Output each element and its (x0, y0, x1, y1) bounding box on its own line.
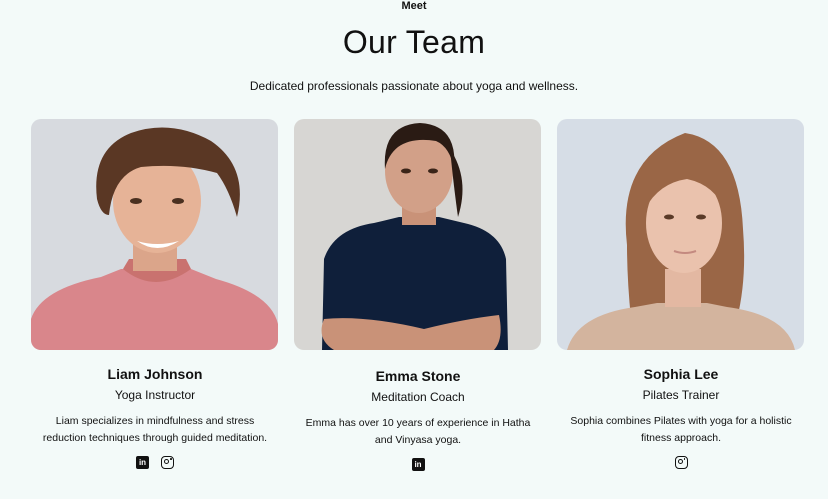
team-card-emma: Emma Stone Meditation Coach Emma has ove… (294, 119, 542, 471)
linkedin-icon[interactable]: in (136, 456, 149, 469)
linkedin-icon[interactable]: in (411, 458, 425, 471)
eyebrow-text: Meet (401, 0, 427, 12)
social-links: in (31, 456, 279, 469)
instagram-icon[interactable] (674, 456, 688, 469)
member-bio: Sophia combines Pilates with yoga for a … (570, 415, 792, 444)
team-photo-sophia (557, 119, 804, 350)
social-links (557, 456, 805, 469)
member-name: Emma Stone (375, 368, 461, 384)
social-links: in (294, 458, 542, 471)
team-card-liam: Liam Johnson Yoga Instructor Liam specia… (31, 119, 279, 469)
instagram-icon[interactable] (161, 456, 174, 469)
member-bio: Emma has over 10 years of experience in … (305, 417, 531, 446)
member-role: Meditation Coach (371, 390, 465, 404)
team-photo-liam (31, 119, 278, 350)
member-bio: Liam specializes in mindfulness and stre… (42, 415, 268, 444)
team-photo-emma (294, 119, 541, 350)
member-role: Pilates Trainer (642, 388, 720, 402)
member-name: Liam Johnson (107, 366, 203, 382)
member-role: Yoga Instructor (114, 388, 196, 402)
section-title: Our Team (342, 24, 486, 60)
section-subtitle: Dedicated professionals passionate about… (249, 79, 579, 93)
team-card-sophia: Sophia Lee Pilates Trainer Sophia combin… (557, 119, 805, 469)
member-name: Sophia Lee (643, 366, 719, 382)
